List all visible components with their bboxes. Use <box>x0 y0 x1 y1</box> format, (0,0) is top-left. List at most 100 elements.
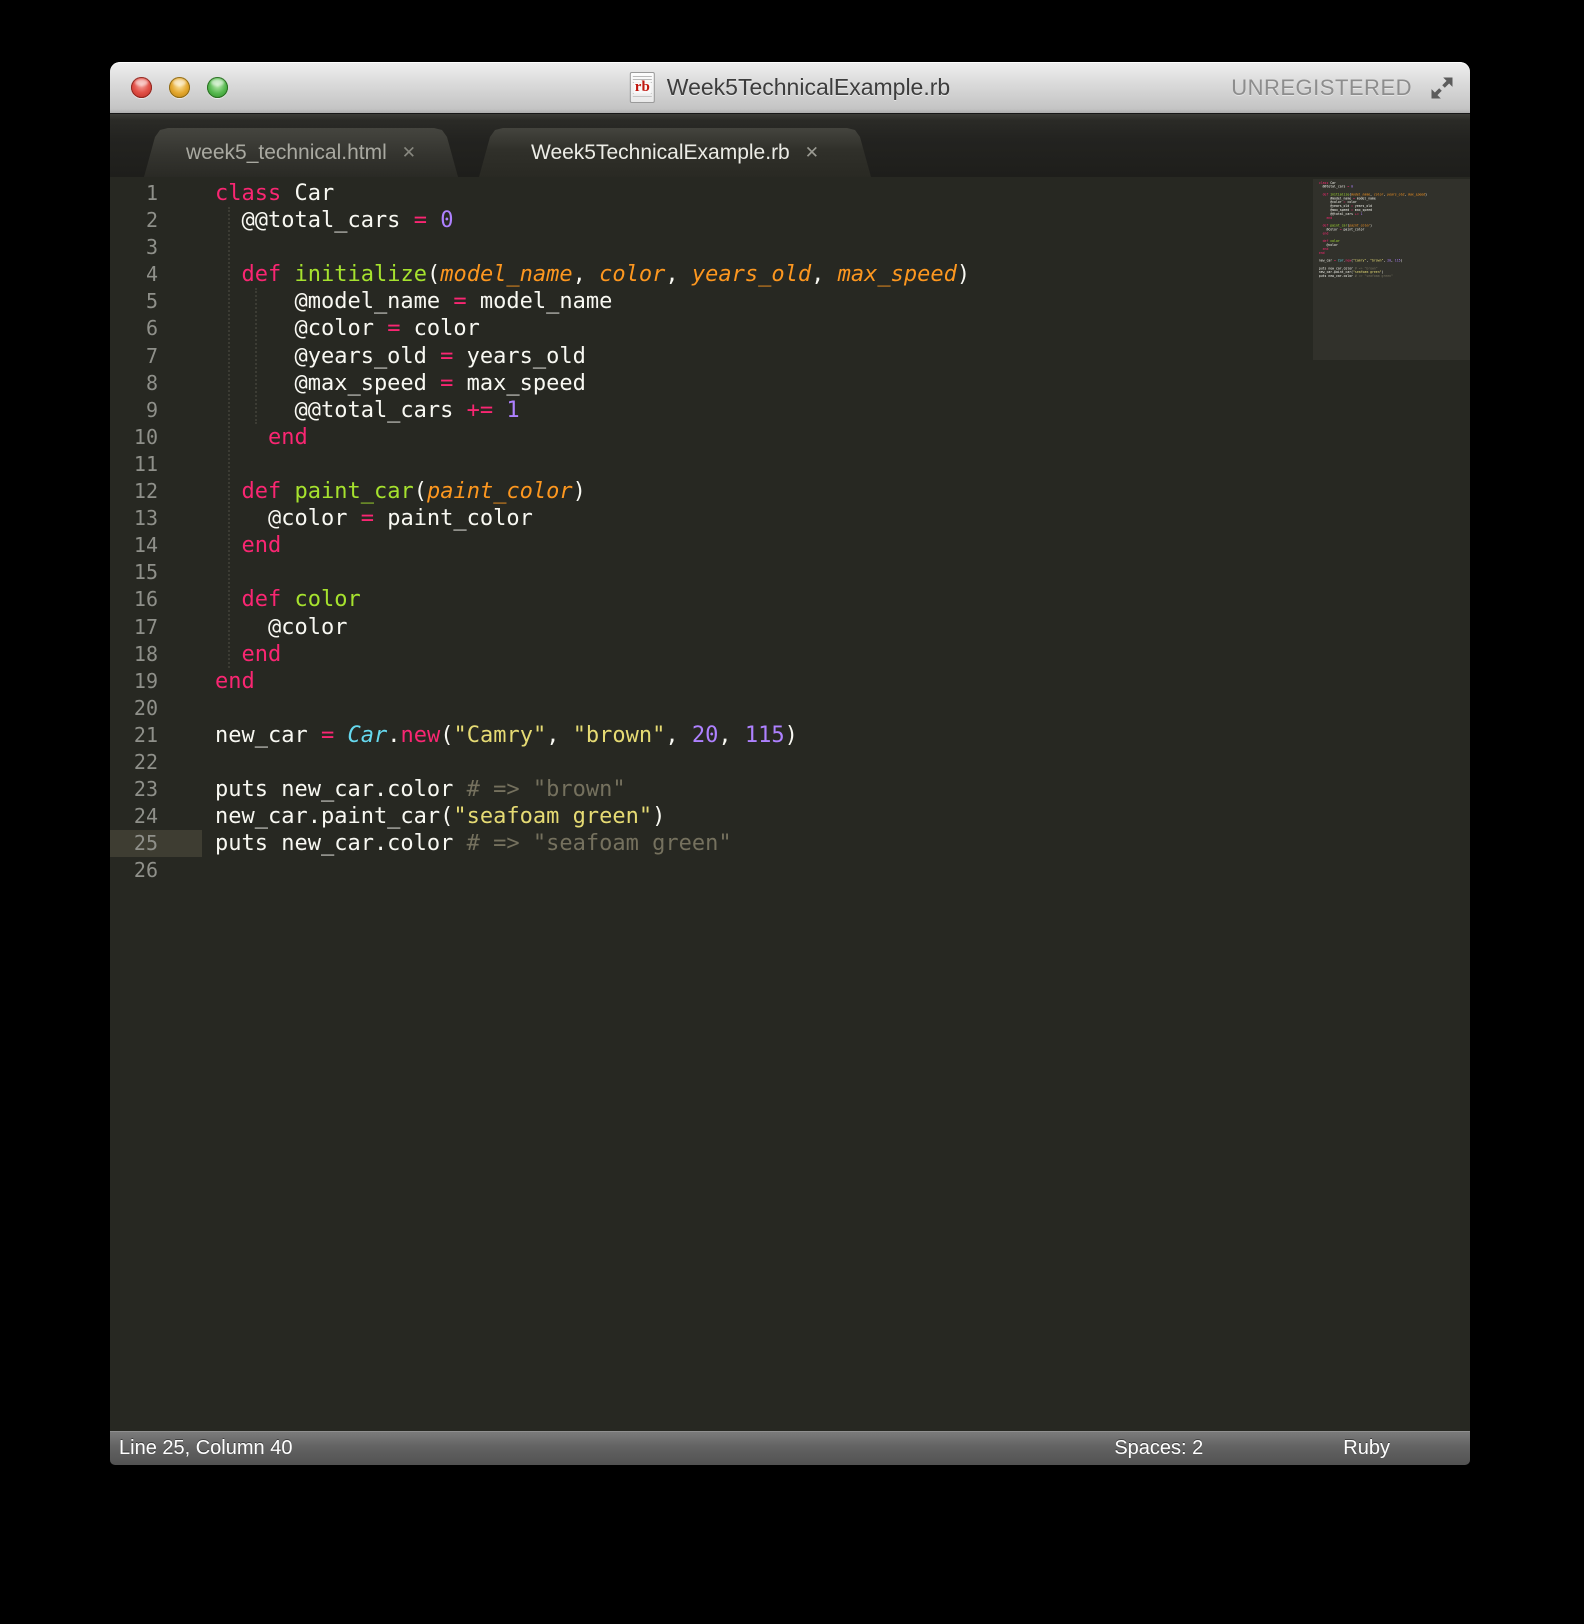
code-line[interactable]: 2 @@total_cars = 0 <box>110 207 1470 234</box>
code-line[interactable]: 23puts new_car.color # => "brown" <box>110 776 1470 803</box>
tab-close-icon[interactable]: ✕ <box>402 144 416 161</box>
code-line[interactable]: 10 end <box>110 424 1470 451</box>
code-text[interactable]: end <box>202 532 282 559</box>
app-window: rb Week5TechnicalExample.rb UNREGISTERED… <box>110 62 1470 1465</box>
indent-setting[interactable]: Spaces: 2 <box>1114 1437 1203 1460</box>
code-line[interactable]: 13 @color = paint_color <box>110 505 1470 532</box>
code-line[interactable]: 25puts new_car.color # => "seafoam green… <box>110 830 1470 858</box>
code-text[interactable]: puts new_car.color # => "seafoam green" <box>202 830 732 857</box>
zoom-window-button[interactable] <box>207 77 228 98</box>
code-text[interactable]: new_car.paint_car("seafoam green") <box>202 803 665 830</box>
code-line[interactable]: 6 @color = color <box>110 315 1470 342</box>
minimap[interactable]: 1class Car2 @@total_cars = 03 4 def init… <box>1313 179 1470 360</box>
code-text[interactable]: new_car = Car.new("Camry", "brown", 20, … <box>202 722 798 749</box>
editor-area[interactable]: 1 class Car 2 @@total_cars = 03 4 def init… <box>110 177 1470 1431</box>
code-line[interactable]: 19end <box>110 668 1470 695</box>
code-line[interactable]: 12 def paint_car(paint_color) <box>110 478 1470 505</box>
code-line[interactable]: 1class Car <box>110 180 1470 207</box>
code-line[interactable]: 21new_car = Car.new("Camry", "brown", 20… <box>110 722 1470 749</box>
code-line[interactable]: 8 @max_speed = max_speed <box>110 370 1470 397</box>
tab-close-icon[interactable]: ✕ <box>805 144 819 161</box>
code-line[interactable]: 15 <box>110 559 1470 586</box>
line-number[interactable]: 2 <box>110 207 202 234</box>
line-number[interactable]: 9 <box>110 397 202 424</box>
code-text[interactable] <box>1317 278 1321 282</box>
code-text[interactable]: @@total_cars += 1 <box>202 397 519 424</box>
line-number[interactable]: 17 <box>110 614 202 641</box>
line-number[interactable]: 1 <box>110 180 202 207</box>
code-text[interactable]: @color <box>202 614 347 641</box>
line-number[interactable]: 11 <box>110 451 202 478</box>
code-text[interactable] <box>202 559 228 586</box>
close-window-button[interactable] <box>131 77 152 98</box>
code-area[interactable]: 1 class Car 2 @@total_cars = 03 4 def init… <box>110 177 1470 884</box>
code-text[interactable]: @color = color <box>202 315 479 342</box>
code-line[interactable]: 26 <box>110 857 1470 884</box>
line-number[interactable]: 8 <box>110 370 202 397</box>
line-number[interactable]: 26 <box>110 857 202 884</box>
line-number[interactable]: 3 <box>110 234 202 261</box>
code-text[interactable]: end <box>202 668 255 695</box>
tab-label: Week5TechnicalExample.rb <box>531 140 790 164</box>
code-line[interactable]: 3 <box>110 234 1470 261</box>
code-text[interactable] <box>202 451 228 478</box>
line-number[interactable]: 24 <box>110 803 202 830</box>
code-line[interactable]: 20 <box>110 695 1470 722</box>
line-number[interactable]: 19 <box>110 668 202 695</box>
title-bar[interactable]: rb Week5TechnicalExample.rb UNREGISTERED <box>110 62 1470 114</box>
line-number[interactable]: 6 <box>110 315 202 342</box>
code-line[interactable]: 26 <box>1317 278 1435 282</box>
minimize-window-button[interactable] <box>169 77 190 98</box>
tab[interactable]: Week5TechnicalExample.rb ✕ <box>479 128 871 177</box>
cursor-position: Line 25, Column 40 <box>119 1436 293 1459</box>
code-text[interactable]: def initialize(model_name, color, years_… <box>202 261 971 288</box>
line-number[interactable]: 10 <box>110 424 202 451</box>
code-text[interactable]: end <box>202 641 282 668</box>
code-line[interactable]: 17 @color <box>110 614 1470 641</box>
line-number[interactable]: 18 <box>110 641 202 668</box>
line-number[interactable]: 25 <box>110 830 202 858</box>
code-line[interactable]: 4 def initialize(model_name, color, year… <box>110 261 1470 288</box>
line-number[interactable]: 7 <box>110 343 202 370</box>
line-number[interactable]: 22 <box>110 749 202 776</box>
code-text[interactable]: @@total_cars = 0 <box>202 207 453 234</box>
code-text[interactable]: class Car <box>202 180 334 207</box>
code-text[interactable]: end <box>202 424 308 451</box>
code-text[interactable] <box>202 695 228 722</box>
line-number[interactable]: 23 <box>110 776 202 803</box>
code-line[interactable]: 7 @years_old = years_old <box>110 343 1470 370</box>
code-line[interactable]: 24new_car.paint_car("seafoam green") <box>110 803 1470 830</box>
code-text[interactable]: @model_name = model_name <box>202 288 612 315</box>
tab[interactable]: week5_technical.html ✕ <box>144 128 458 177</box>
code-text[interactable]: def color <box>202 586 361 613</box>
line-number[interactable]: 21 <box>110 722 202 749</box>
code-line[interactable]: 18 end <box>110 641 1470 668</box>
code-line[interactable]: 11 <box>110 451 1470 478</box>
code-text[interactable]: @max_speed = max_speed <box>202 370 585 397</box>
code-text[interactable]: def paint_car(paint_color) <box>202 478 586 505</box>
code-line[interactable]: 9 @@total_cars += 1 <box>110 397 1470 424</box>
line-number[interactable]: 12 <box>110 478 202 505</box>
code-text[interactable]: @color = paint_color <box>202 505 533 532</box>
code-text[interactable] <box>202 749 228 776</box>
line-number[interactable]: 4 <box>110 261 202 288</box>
code-text[interactable]: new_car = Car.new("Camry", "brown", 20, … <box>1317 259 1403 263</box>
syntax-mode[interactable]: Ruby <box>1343 1437 1390 1460</box>
line-number[interactable]: 14 <box>110 532 202 559</box>
code-line[interactable]: 5 @model_name = model_name <box>110 288 1470 315</box>
line-number[interactable]: 16 <box>110 586 202 613</box>
code-line[interactable]: 14 end <box>110 532 1470 559</box>
code-text[interactable]: puts new_car.color # => "seafoam green" <box>1317 274 1393 278</box>
line-number[interactable]: 13 <box>110 505 202 532</box>
code-text[interactable]: puts new_car.color # => "brown" <box>202 776 626 803</box>
line-number[interactable]: 5 <box>110 288 202 315</box>
code-line[interactable]: 22 <box>110 749 1470 776</box>
line-number[interactable]: 15 <box>110 559 202 586</box>
expand-resize-icon[interactable] <box>1428 74 1456 102</box>
code-text[interactable]: @years_old = years_old <box>202 343 585 370</box>
code-text[interactable] <box>202 234 228 261</box>
code-text[interactable] <box>202 857 228 884</box>
code-line[interactable]: 16 def color <box>110 586 1470 613</box>
line-number[interactable]: 20 <box>110 695 202 722</box>
code-text[interactable]: @@total_cars = 0 <box>1317 185 1353 189</box>
